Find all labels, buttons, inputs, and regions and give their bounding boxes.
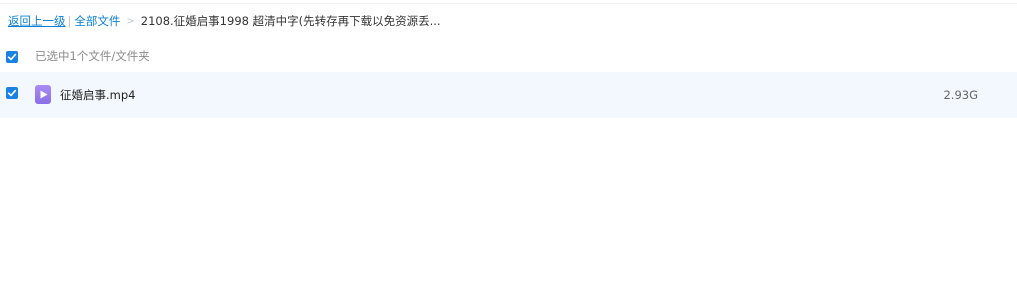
current-folder: 2108.征婚启事1998 超清中字(先转存再下载以免资源丢... [140, 14, 441, 28]
select-all-checkbox[interactable] [6, 51, 18, 63]
file-row[interactable]: 征婚启事.mp4 2.93G [0, 72, 1017, 118]
breadcrumb-divider: | [67, 14, 72, 28]
checkmark-icon [7, 53, 17, 61]
checkmark-icon [7, 89, 17, 97]
all-files-link[interactable]: 全部文件 [74, 13, 120, 29]
file-checkbox[interactable] [6, 87, 18, 99]
back-link[interactable]: 返回上一级 [8, 13, 66, 29]
breadcrumb: 返回上一级 | 全部文件 > 2108.征婚启事1998 超清中字(先转存再下载… [8, 13, 441, 29]
play-icon [40, 90, 48, 99]
file-size: 2.93G [943, 88, 978, 102]
top-divider [0, 3, 1017, 4]
selection-summary: 已选中1个文件/文件夹 [35, 49, 150, 63]
video-file-icon [35, 85, 51, 104]
breadcrumb-separator: > [126, 15, 135, 27]
file-name[interactable]: 征婚启事.mp4 [60, 87, 135, 103]
